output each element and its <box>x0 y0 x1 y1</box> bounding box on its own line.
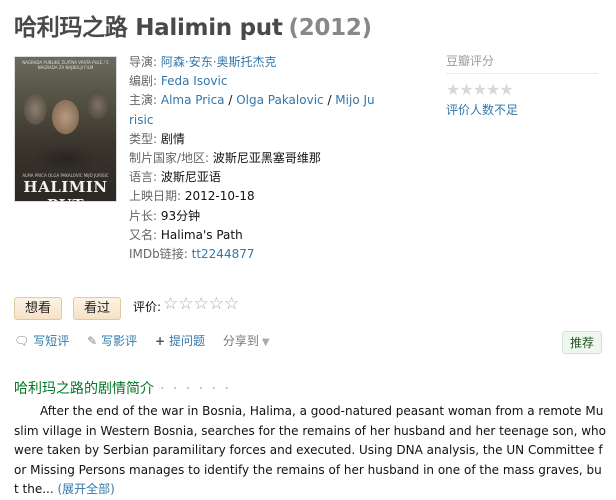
genre-value: 剧情 <box>160 131 185 146</box>
chevron-down-icon: ▼ <box>261 337 270 348</box>
aka-value: Halima's Path <box>160 227 243 242</box>
language-label: 语言: <box>129 170 158 185</box>
country-row: 制片国家/地区: 波斯尼亚黑塞哥维那 <box>129 149 379 168</box>
plus-icon: + <box>154 334 166 348</box>
cast-label: 主演: <box>129 93 158 108</box>
runtime-row: 片长: 93分钟 <box>129 207 379 226</box>
release-label: 上映日期: <box>129 189 182 204</box>
summary-heading-text: 哈利玛之路的剧情简介 <box>14 381 154 397</box>
share-dropdown[interactable]: 分享到 ▼ <box>223 332 270 349</box>
recommend-button[interactable]: 推荐 <box>562 331 603 354</box>
poster-title-text: HALIMIN PUT <box>23 178 108 201</box>
cast-separator: / <box>224 93 237 108</box>
pencil-icon: ✎ <box>87 334 98 348</box>
write-short-review-label: 写短评 <box>33 334 70 348</box>
director-link[interactable]: 阿森·安东·奥斯托杰克 <box>161 55 277 69</box>
write-short-review-action[interactable]: 🗨 写短评 <box>14 332 69 349</box>
rating-label: 豆瓣评分 <box>446 54 495 68</box>
comment-icon: 🗨 <box>14 334 30 348</box>
summary-text-block: After the end of the war in Bosnia, Hali… <box>14 402 606 500</box>
write-review-action[interactable]: ✎ 写影评 <box>87 332 137 349</box>
release-value: 2012-10-18 <box>184 189 255 204</box>
share-label: 分享到 <box>222 334 259 348</box>
country-value: 波斯尼亚黑塞哥维那 <box>212 151 321 166</box>
want-to-watch-button[interactable]: 想看 <box>14 297 63 320</box>
director-row: 导演: 阿森·安东·奥斯托杰克 <box>129 53 379 72</box>
rate-stars-icon[interactable]: ☆☆☆☆☆ <box>163 294 239 314</box>
cast-link[interactable]: Alma Prica <box>161 93 225 107</box>
action-bar: 🗨 写短评 ✎ 写影评 + 提问题 分享到 ▼ <box>14 332 284 349</box>
seen-button[interactable]: 看过 <box>73 297 122 320</box>
writer-label: 编剧: <box>129 74 158 89</box>
genre-row: 类型: 剧情 <box>129 130 379 149</box>
aka-label: 又名: <box>129 227 158 242</box>
summary-heading-dots: · · · · · · <box>160 381 231 397</box>
rate-label: 评价: <box>133 300 162 314</box>
imdb-link[interactable]: tt2244877 <box>192 247 255 261</box>
aka-row: 又名: Halima's Path <box>129 226 379 245</box>
release-row: 上映日期: 2012-10-18 <box>129 187 379 206</box>
director-label: 导演: <box>129 55 158 69</box>
rating-divider <box>446 73 598 74</box>
movie-info: 导演: 阿森·安东·奥斯托杰克 编剧: Feda Isovic 主演: Alma… <box>129 53 379 264</box>
summary-heading: 哈利玛之路的剧情简介 · · · · · · <box>14 378 231 398</box>
movie-poster[interactable]: NAGRADA PUBLIKE ZLATNA VRATA PULE / 5 NA… <box>14 56 117 202</box>
runtime-value: 93分钟 <box>160 208 201 223</box>
movie-year: (2012) <box>288 15 373 41</box>
ask-question-action[interactable]: + 提问题 <box>155 332 205 349</box>
ask-question-label: 提问题 <box>169 334 206 348</box>
rating-status[interactable]: 评价人数不足 <box>446 101 606 118</box>
rating-stars-icon: ★★★★★ <box>446 80 514 99</box>
douban-rating-panel: 豆瓣评分 ★★★★★ 评价人数不足 <box>446 52 606 118</box>
movie-title-text: 哈利玛之路 Halimin put <box>14 15 283 41</box>
runtime-label: 片长: <box>129 208 158 223</box>
cast-row: 主演: Alma Prica / Olga Pakalovic / Mijo J… <box>129 91 379 129</box>
imdb-row: IMDb链接: tt2244877 <box>129 245 379 264</box>
writer-row: 编剧: Feda Isovic <box>129 72 379 91</box>
language-value: 波斯尼亚语 <box>160 170 221 185</box>
write-review-label: 写影评 <box>101 334 138 348</box>
country-label: 制片国家/地区: <box>129 151 210 166</box>
genre-label: 类型: <box>129 131 158 146</box>
language-row: 语言: 波斯尼亚语 <box>129 168 379 187</box>
imdb-label: IMDb链接: <box>129 247 188 262</box>
poster-image <box>15 69 116 169</box>
cast-separator: / <box>323 93 336 108</box>
cast-link[interactable]: Olga Pakalovic <box>236 93 323 107</box>
writer-link[interactable]: Feda Isovic <box>161 74 228 88</box>
expand-summary-link[interactable]: (展开全部) <box>57 482 114 496</box>
movie-title: 哈利玛之路 Halimin put (2012) <box>14 8 372 42</box>
